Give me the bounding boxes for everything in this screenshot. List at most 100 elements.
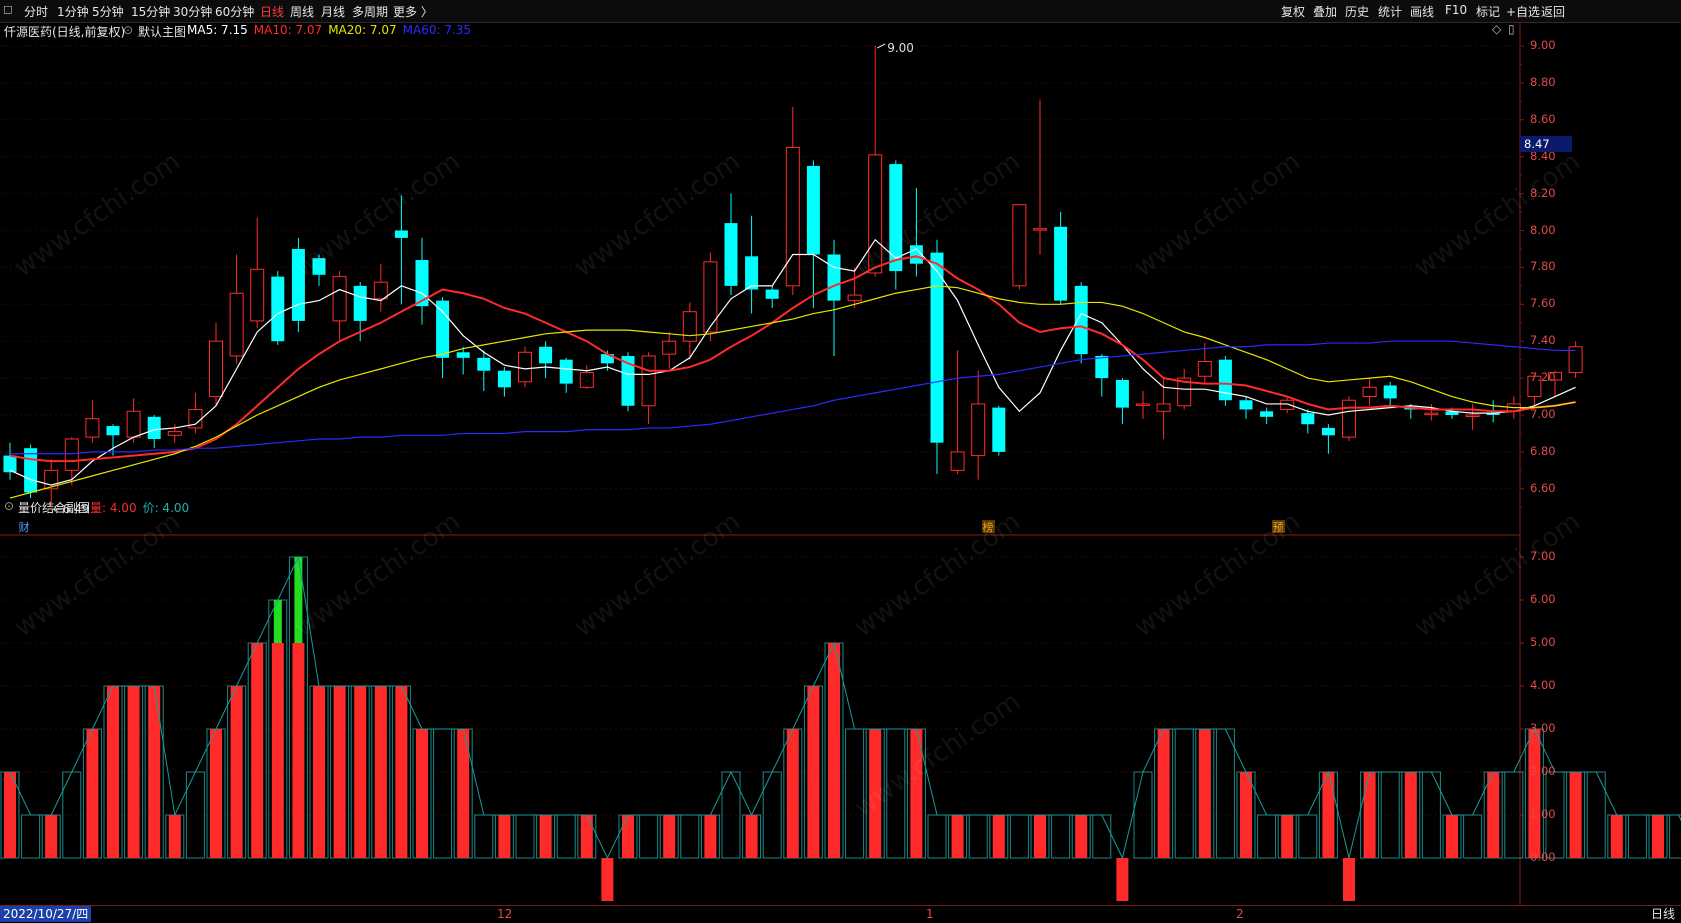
candle-up	[1156, 403, 1171, 412]
month-label: 12	[497, 907, 513, 921]
tab-7[interactable]: 周线	[290, 3, 314, 20]
candle-down	[745, 256, 759, 290]
tab-4[interactable]: 30分钟	[173, 3, 212, 20]
price-bar	[639, 814, 659, 859]
tab-8[interactable]: 月线	[321, 3, 345, 20]
candle-down	[456, 352, 470, 358]
candle-up	[641, 355, 656, 407]
toolbar-button-8[interactable]: 返回	[1541, 3, 1565, 20]
candle-down	[312, 258, 326, 275]
price-bar	[1051, 814, 1071, 859]
toolbar-button-1[interactable]: 叠加	[1313, 3, 1337, 20]
price-tick-label: 7.20	[1530, 370, 1556, 385]
candle-down	[1074, 285, 1088, 355]
volume-bar	[539, 815, 552, 858]
volume-bar	[1528, 729, 1541, 858]
candle-down	[765, 289, 779, 299]
toolbar-button-7[interactable]: +自选	[1506, 3, 1540, 20]
price-bar	[927, 814, 947, 859]
toolbar-button-4[interactable]: 画线	[1410, 3, 1434, 20]
sub-tick-label: 2.00	[1530, 764, 1556, 778]
candle-down	[1054, 226, 1068, 301]
volume-bar	[992, 815, 1005, 858]
candle-up	[682, 311, 697, 342]
sub-tick-label: 7.00	[1530, 549, 1556, 563]
toolbar-button-2[interactable]: 历史	[1345, 3, 1369, 20]
tab-9[interactable]: 多周期	[352, 3, 388, 20]
candle-down	[1383, 385, 1397, 399]
price-bar	[680, 814, 700, 859]
candle-up	[64, 438, 79, 471]
volume-bar	[1281, 815, 1294, 858]
volume-bar	[4, 772, 16, 858]
candle-down	[271, 276, 285, 342]
candle-up	[1280, 399, 1295, 410]
event-label: 预	[1273, 521, 1284, 534]
volume-bar	[313, 686, 325, 858]
candle-down	[106, 426, 120, 436]
price-tick-label: 7.60	[1530, 296, 1556, 311]
candle-down	[724, 223, 738, 286]
volume-bar-negative	[1343, 858, 1355, 901]
toolbar-button-3[interactable]: 统计	[1378, 3, 1402, 20]
volume-bar	[168, 815, 181, 858]
volume-bar	[1075, 815, 1088, 858]
toolbar-button-6[interactable]: 标记	[1476, 3, 1500, 20]
volume-bar	[354, 686, 367, 858]
volume-bar	[828, 643, 840, 858]
sub-tick-label: 6.00	[1530, 592, 1556, 606]
volume-bar	[333, 686, 346, 858]
volume-bar	[498, 815, 511, 858]
candle-up	[1342, 399, 1356, 438]
tab-6[interactable]: 日线	[260, 3, 284, 20]
candle-up	[126, 410, 141, 438]
tab-1[interactable]: 1分钟	[57, 3, 89, 20]
volume-bar	[86, 729, 99, 858]
volume-bar	[210, 729, 222, 858]
price-tick-label: 7.40	[1530, 333, 1556, 348]
volume-bar	[807, 686, 820, 858]
tab-3[interactable]: 15分钟	[131, 3, 170, 20]
volume-bar	[704, 815, 717, 858]
current-price-tag: 8.47	[1520, 135, 1572, 152]
tab-5[interactable]: 60分钟	[215, 3, 254, 20]
price-bar	[1627, 814, 1647, 859]
window-icon[interactable]: ◻	[3, 2, 13, 16]
price-bar	[845, 728, 865, 859]
tab-2[interactable]: 5分钟	[92, 3, 124, 20]
candle-down	[1260, 411, 1274, 417]
price-tick-label: 8.60	[1530, 111, 1556, 126]
chart-area[interactable]: 9.00 ←6.49 财 榜 预	[0, 22, 1681, 905]
candle-up	[950, 451, 965, 471]
candle-down	[24, 448, 38, 493]
candle-up	[518, 351, 532, 383]
candle-up	[85, 418, 100, 438]
price-bar	[21, 814, 41, 859]
price-bar	[1009, 814, 1029, 859]
ma60-line	[10, 340, 1576, 455]
volume-bar	[1446, 815, 1458, 858]
volume-bar	[230, 686, 243, 858]
candle-down	[436, 300, 450, 358]
volume-bar	[1569, 772, 1582, 858]
candle-down	[291, 248, 305, 321]
ma20-line	[9, 285, 1576, 499]
price-tick-label: 6.60	[1530, 480, 1556, 495]
candle-up	[229, 292, 244, 357]
volume-bar	[251, 643, 264, 858]
tab-0[interactable]: 分时	[24, 3, 48, 20]
price-bar	[1174, 728, 1194, 859]
toolbar-button-5[interactable]: F10	[1445, 3, 1467, 17]
volume-bar	[622, 815, 634, 858]
candle-up	[332, 276, 347, 322]
candle-up	[1424, 412, 1439, 416]
period-label: 日线	[1650, 907, 1675, 921]
candle-up	[1465, 414, 1480, 417]
price-tick-label: 8.80	[1530, 74, 1556, 89]
tab-10[interactable]: 更多 〉	[393, 3, 433, 20]
candle-up	[1012, 204, 1027, 287]
price-bar	[433, 728, 453, 859]
candle-down	[353, 285, 367, 321]
candle-up	[868, 154, 883, 274]
toolbar-button-0[interactable]: 复权	[1281, 3, 1305, 20]
